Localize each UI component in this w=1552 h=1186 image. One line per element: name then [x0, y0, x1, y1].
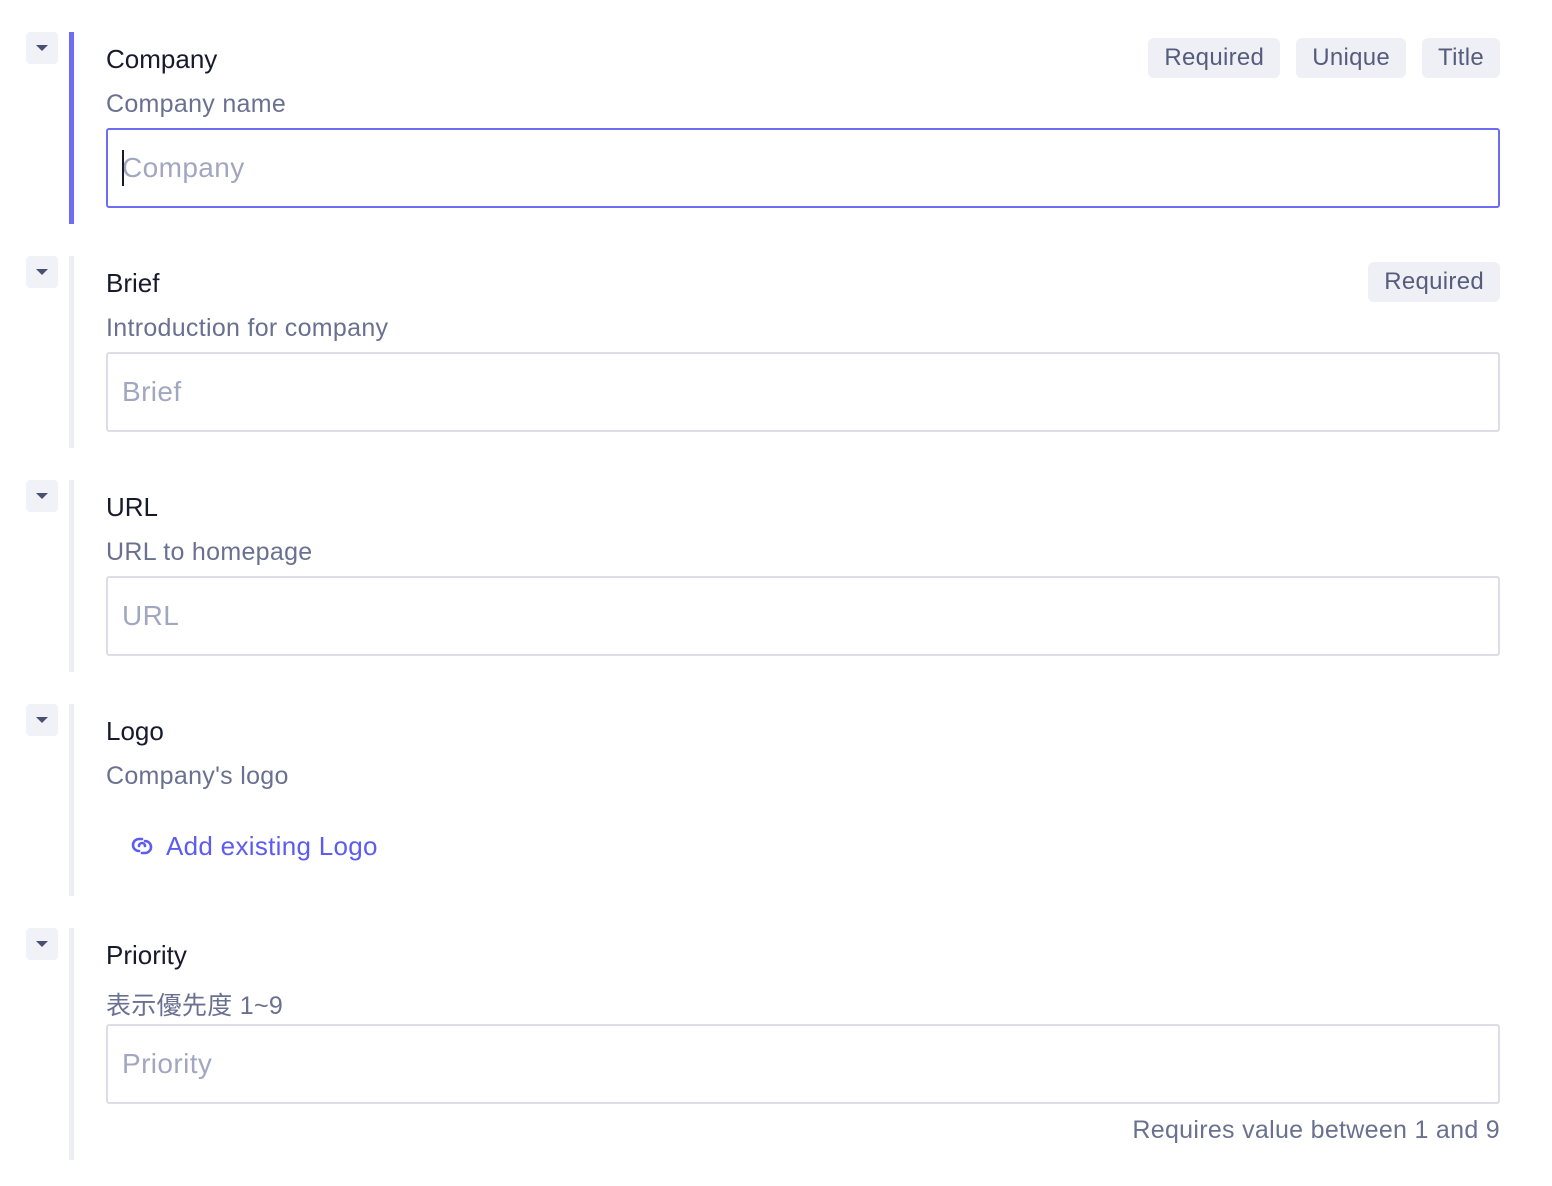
- field-url: URL URL to homepage: [0, 480, 1552, 672]
- field-indicator-bar: [69, 928, 74, 1160]
- caret-down-icon: [36, 269, 48, 275]
- field-brief: Brief Required Introduction for company: [0, 256, 1552, 448]
- company-input[interactable]: [106, 128, 1500, 208]
- field-indicator-bar: [69, 32, 74, 224]
- badge-title: Title: [1422, 38, 1500, 78]
- field-description: Introduction for company: [106, 314, 389, 342]
- caret-down-icon: [36, 941, 48, 947]
- collapse-button-logo[interactable]: [26, 704, 58, 736]
- field-indicator-bar: [69, 480, 74, 672]
- field-description: 表示優先度 1~9: [106, 992, 284, 1020]
- field-label: Company: [106, 44, 218, 74]
- field-description: Company name: [106, 90, 287, 118]
- url-input[interactable]: [106, 576, 1500, 656]
- badge-required: Required: [1368, 262, 1500, 302]
- field-label: Brief: [106, 268, 160, 298]
- link-icon: [131, 837, 153, 855]
- add-existing-logo-label: Add existing Logo: [166, 830, 378, 861]
- collapse-button-company[interactable]: [26, 32, 58, 64]
- badge-required: Required: [1148, 38, 1281, 78]
- field-description: Company's logo: [106, 762, 289, 790]
- field-label: Logo: [106, 716, 164, 746]
- field-indicator-bar: [69, 256, 74, 448]
- caret-down-icon: [36, 717, 48, 723]
- collapse-button-url[interactable]: [26, 480, 58, 512]
- field-priority: Priority 表示優先度 1~9 Requires value betwee…: [0, 928, 1552, 1160]
- text-caret: [122, 150, 124, 186]
- field-company: Company Required Unique Title Company na…: [0, 32, 1552, 224]
- badge-group: Required Unique Title: [1148, 38, 1500, 78]
- field-logo: Logo Company's logo Add existing Logo: [0, 704, 1552, 896]
- validation-hint: Requires value between 1 and 9: [1132, 1116, 1500, 1144]
- field-indicator-bar: [69, 704, 74, 896]
- content-form: Company Required Unique Title Company na…: [0, 0, 1552, 1186]
- caret-down-icon: [36, 493, 48, 499]
- add-existing-logo-button[interactable]: Add existing Logo: [126, 830, 378, 862]
- brief-input[interactable]: [106, 352, 1500, 432]
- collapse-button-priority[interactable]: [26, 928, 58, 960]
- priority-input[interactable]: [106, 1024, 1500, 1104]
- caret-down-icon: [36, 45, 48, 51]
- badge-unique: Unique: [1296, 38, 1407, 78]
- badge-group: Required: [1368, 262, 1500, 302]
- field-label: Priority: [106, 940, 187, 970]
- collapse-button-brief[interactable]: [26, 256, 58, 288]
- field-description: URL to homepage: [106, 538, 313, 566]
- field-label: URL: [106, 492, 159, 522]
